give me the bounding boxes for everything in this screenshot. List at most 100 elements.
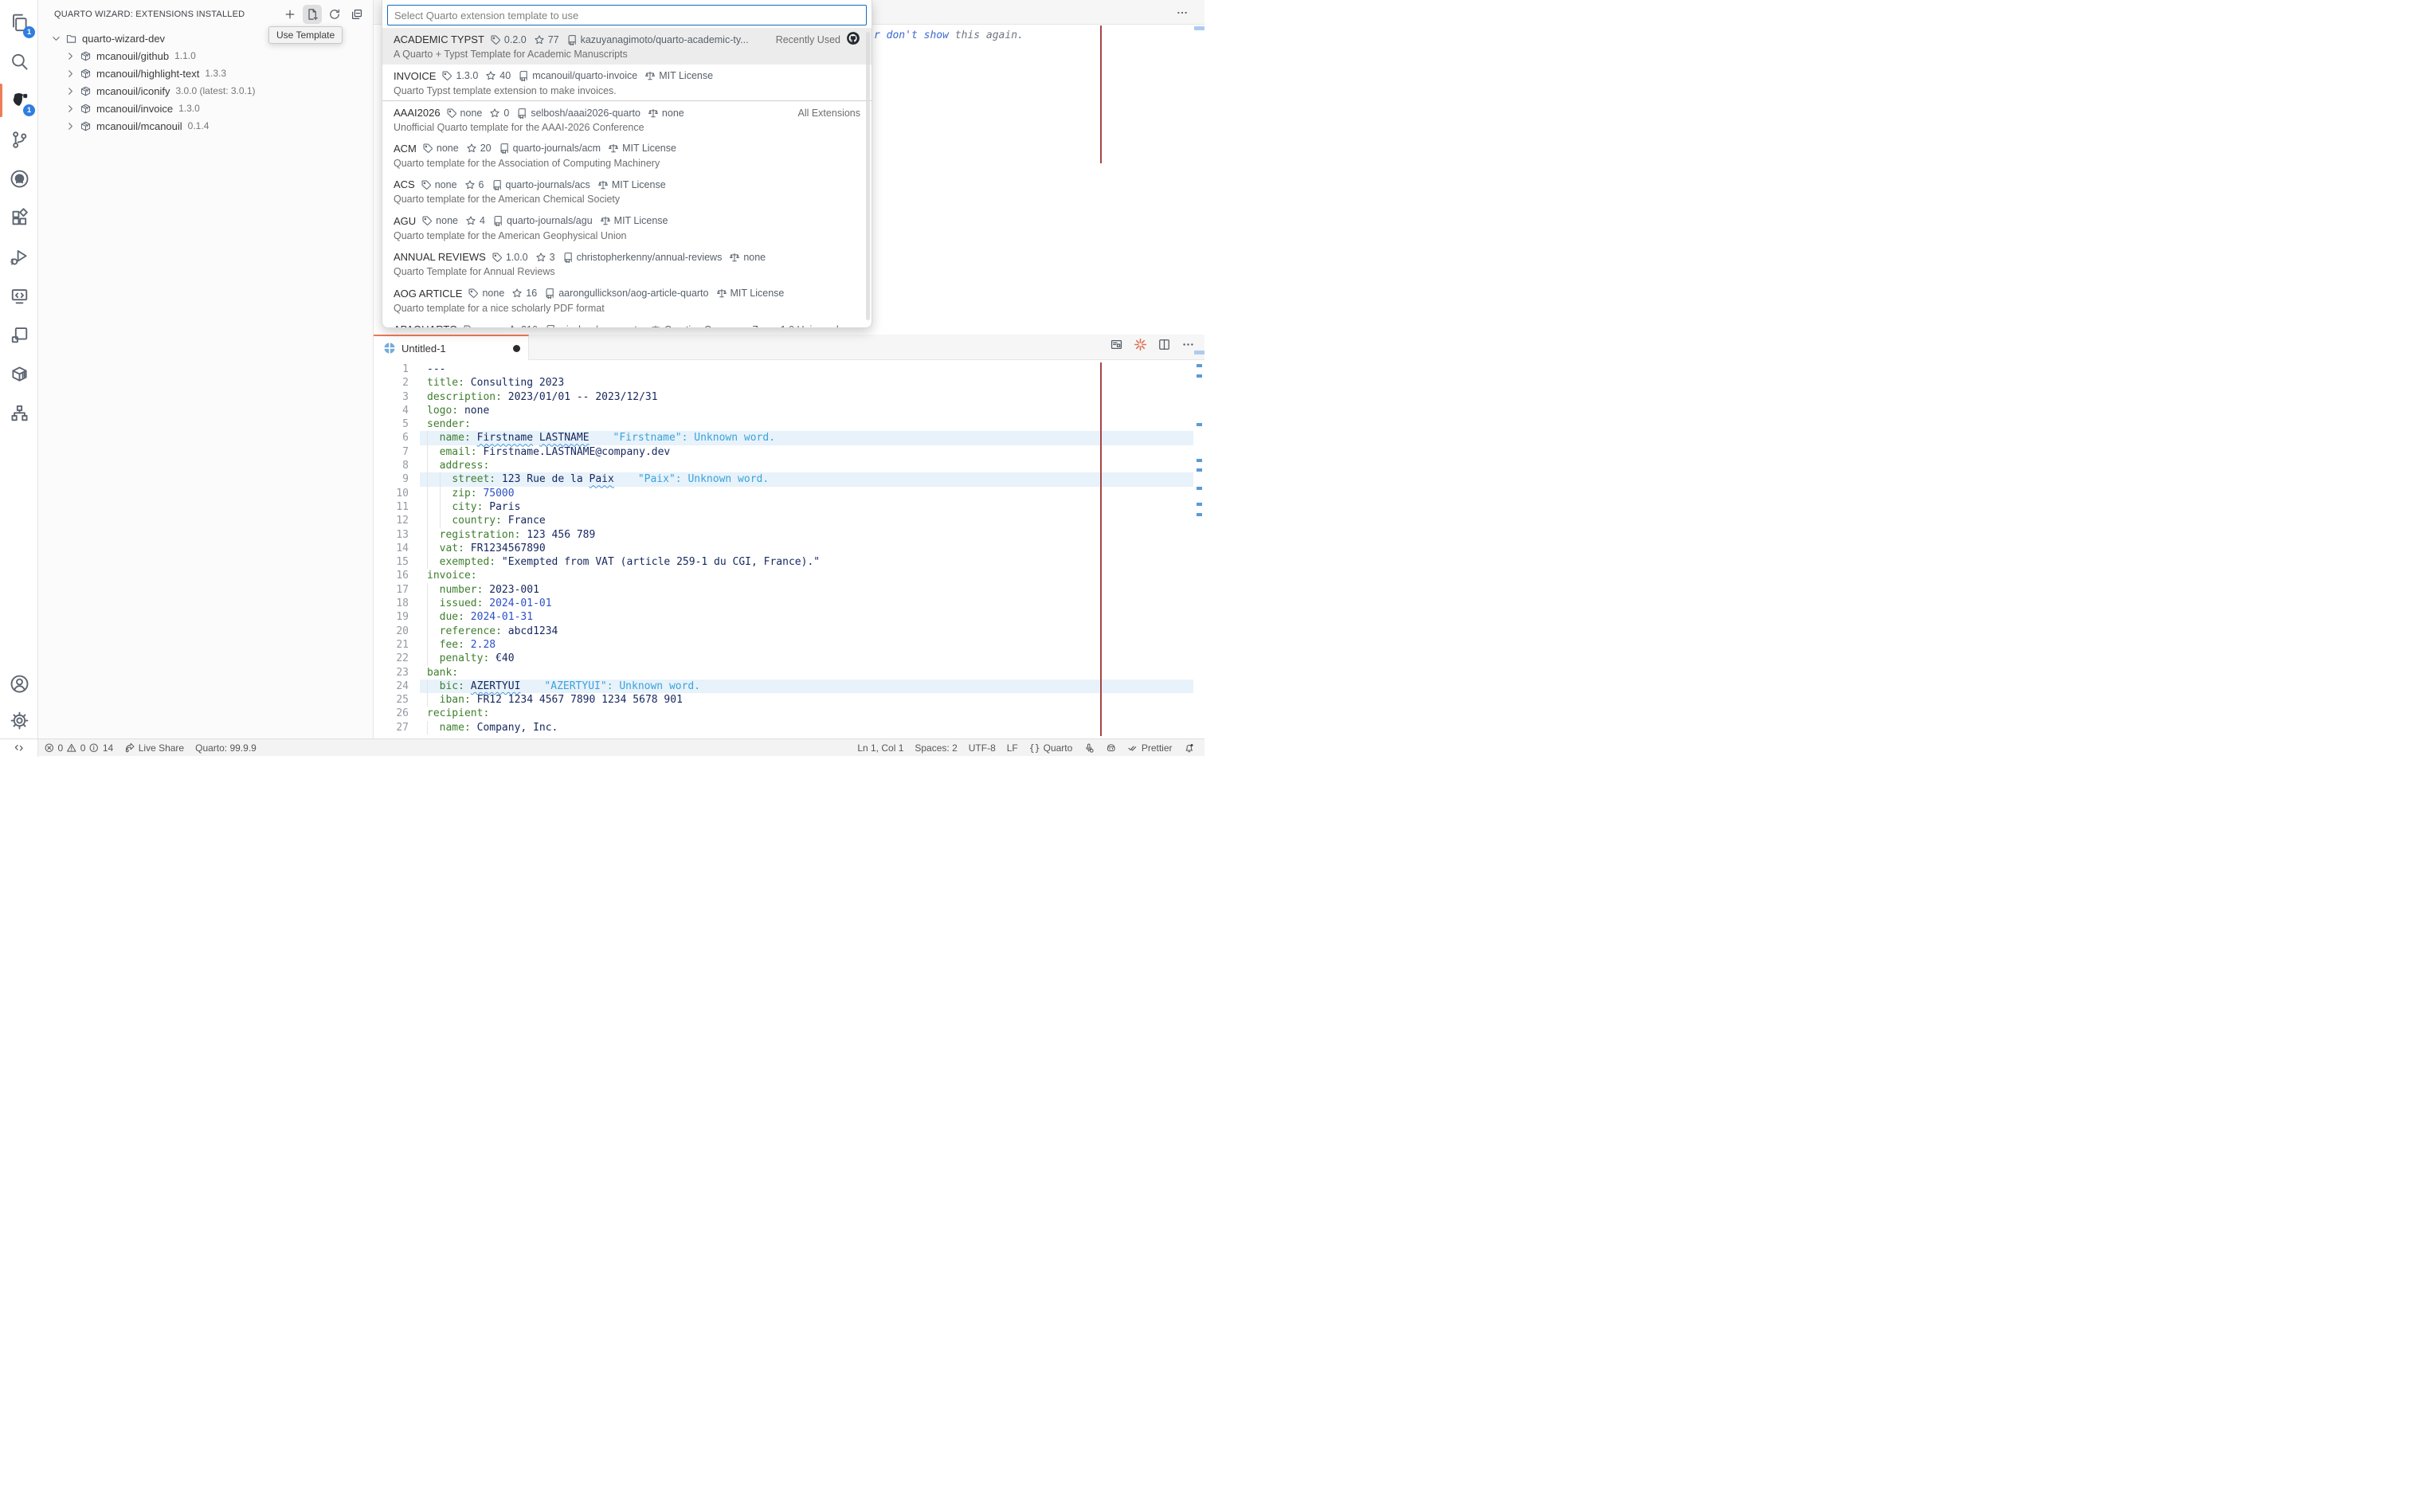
code-line[interactable]: 20 reference: abcd1234 [374, 625, 1204, 638]
quick-pick-item[interactable]: APAQUARTOnone216wjschne/apaquartoCreativ… [382, 318, 872, 328]
chevron-down-icon[interactable] [49, 32, 62, 45]
code-line[interactable]: 25 iban: FR12 1234 4567 7890 1234 5678 9… [374, 693, 1204, 707]
code-line[interactable]: 6 name: Firstname LASTNAME"Firstname": U… [374, 431, 1204, 445]
activity-item-hierarchy[interactable] [0, 395, 38, 430]
quick-pick-item[interactable]: ACMnone20quarto-journals/acmMIT LicenseQ… [382, 137, 872, 174]
status-eol[interactable]: LF [1001, 739, 1024, 757]
quick-pick-item[interactable]: AAAI2026none0selbosh/aaai2026-quartonone… [382, 100, 872, 137]
tree-item[interactable]: mcanouil/github1.1.0 [38, 47, 373, 65]
refresh-button[interactable] [325, 5, 344, 24]
code-line[interactable]: 16invoice: [374, 569, 1204, 582]
activity-item-extensions[interactable] [0, 200, 38, 235]
more-actions-icon[interactable] [1176, 6, 1189, 23]
star-icon [534, 34, 545, 45]
chevron-right-icon[interactable] [64, 67, 76, 80]
code-line[interactable]: 21 fee: 2.28 [374, 638, 1204, 652]
activity-item-github[interactable] [0, 161, 38, 196]
yaml-editor[interactable]: 1---2title: Consulting 20233description:… [374, 362, 1204, 736]
status-problems[interactable]: 0014 [38, 739, 119, 757]
status-indentation[interactable]: Spaces: 2 [909, 739, 962, 757]
editor-scrollbar-thumb[interactable] [1194, 351, 1204, 354]
status-cursor-position[interactable]: Ln 1, Col 1 [852, 739, 909, 757]
activity-item-search[interactable] [0, 44, 38, 79]
repo-icon [545, 324, 556, 329]
code-line[interactable]: 7 email: Firstname.LASTNAME@company.dev [374, 445, 1204, 459]
activity-item-remote-explorer[interactable] [0, 278, 38, 313]
quick-pick-scrollbar[interactable] [866, 32, 870, 320]
code-line[interactable]: 4logo: none [374, 404, 1204, 417]
package-icon [79, 119, 92, 132]
code-line[interactable]: 18 issued: 2024-01-01 [374, 597, 1204, 610]
activity-item-source-control[interactable] [0, 122, 38, 157]
line-number: 23 [374, 666, 409, 680]
code-line[interactable]: 3description: 2023/01/01 -- 2023/12/31 [374, 390, 1204, 404]
dirty-indicator[interactable] [513, 345, 520, 352]
split-editor-button[interactable] [1157, 338, 1171, 351]
code-line[interactable]: 13 registration: 123 456 789 [374, 528, 1204, 542]
quick-pick-item[interactable]: ACADEMIC TYPST0.2.077kazuyanagimoto/quar… [382, 28, 872, 65]
status-notifications[interactable] [1178, 739, 1201, 757]
activity-item-containers[interactable] [0, 356, 38, 391]
status-remote-indicator[interactable] [0, 739, 38, 757]
quick-pick-input[interactable] [387, 5, 867, 25]
code-line[interactable]: 27 name: Company, Inc. [374, 721, 1204, 734]
activity-item-explorer[interactable]: 1 [0, 5, 38, 40]
code-line[interactable]: 11 city: Paris [374, 500, 1204, 514]
code-line[interactable]: 23bank: [374, 666, 1204, 680]
tree-item[interactable]: mcanouil/iconify3.0.0 (latest: 3.0.1) [38, 82, 373, 100]
status-language-mode[interactable]: {}Quarto [1024, 739, 1079, 757]
status-voice[interactable] [1078, 739, 1100, 757]
use-template-button[interactable] [303, 5, 322, 24]
tree-item[interactable]: mcanouil/mcanouil0.1.4 [38, 117, 373, 135]
folder-icon [65, 32, 77, 45]
status-quarto-version[interactable]: Quarto: 99.9.9 [190, 739, 262, 757]
chevron-right-icon[interactable] [64, 84, 76, 97]
code-line[interactable]: 26recipient: [374, 707, 1204, 720]
activity-item-quarto-wizard[interactable]: 1 [0, 83, 38, 118]
code-line[interactable]: 15 exempted: "Exempted from VAT (article… [374, 555, 1204, 569]
activity-item-run-debug[interactable] [0, 239, 38, 274]
quick-pick-item[interactable]: ACSnone6quarto-journals/acsMIT LicenseQu… [382, 173, 872, 210]
chevron-right-icon[interactable] [64, 49, 76, 62]
activity-item-settings[interactable] [0, 703, 38, 738]
code-line[interactable]: 19 due: 2024-01-31 [374, 610, 1204, 624]
group-label: Recently Used [776, 34, 840, 45]
tree-item[interactable]: mcanouil/highlight-text1.3.3 [38, 65, 373, 82]
activity-item-accounts[interactable] [0, 666, 38, 701]
chevron-right-icon[interactable] [64, 119, 76, 132]
top-editor-scrollbar-thumb[interactable] [1194, 26, 1204, 30]
code-line[interactable]: 12 country: France [374, 514, 1204, 527]
extension-name: mcanouil/invoice [96, 103, 173, 115]
quick-pick-item[interactable]: AGUnone4quarto-journals/aguMIT LicenseQu… [382, 210, 872, 246]
status-live-share[interactable]: Live Share [119, 739, 190, 757]
install-extension-button[interactable] [280, 5, 300, 24]
activity-item-dev-containers[interactable] [0, 317, 38, 352]
code-line[interactable]: 5sender: [374, 417, 1204, 431]
status-prettier[interactable]: Prettier [1122, 739, 1177, 757]
quarto-render-button[interactable] [1134, 338, 1147, 351]
code-line[interactable]: 22 penalty: €40 [374, 652, 1204, 665]
open-on-github-button[interactable] [846, 31, 860, 48]
package-icon [79, 102, 92, 115]
code-line[interactable]: 8 address: [374, 459, 1204, 472]
chevron-right-icon[interactable] [64, 102, 76, 115]
more-actions-button[interactable] [1181, 338, 1195, 351]
quick-pick-item[interactable]: INVOICE1.3.040mcanouil/quarto-invoiceMIT… [382, 65, 872, 101]
code-line[interactable]: 2title: Consulting 2023 [374, 376, 1204, 390]
tree-item[interactable]: mcanouil/invoice1.3.0 [38, 100, 373, 117]
status-copilot[interactable] [1100, 739, 1122, 757]
repo-icon [499, 143, 510, 154]
code-line[interactable]: 17 number: 2023-001 [374, 583, 1204, 597]
code-line[interactable]: 9 street: 123 Rue de la Paix"Paix": Unkn… [374, 472, 1204, 486]
open-preview-button[interactable] [1110, 338, 1123, 351]
quick-pick-item[interactable]: AOG ARTICLEnone16aarongullickson/aog-art… [382, 282, 872, 319]
code-line[interactable]: 14 vat: FR1234567890 [374, 542, 1204, 555]
code-line[interactable]: 24 bic: AZERTYUI"AZERTYUI": Unknown word… [374, 680, 1204, 693]
code-line[interactable]: 10 zip: 75000 [374, 487, 1204, 500]
code-line[interactable]: 1--- [374, 362, 1204, 376]
quick-pick-item[interactable]: ANNUAL REVIEWS1.0.03christopherkenny/ann… [382, 245, 872, 282]
collapse-all-button[interactable] [347, 5, 366, 24]
tab-untitled-1[interactable]: Untitled-1 [374, 335, 529, 360]
status-encoding[interactable]: UTF-8 [963, 739, 1001, 757]
vscode-window: 11 QUARTO WIZARD: EXTENSIONS INSTALLED q… [0, 0, 1204, 756]
